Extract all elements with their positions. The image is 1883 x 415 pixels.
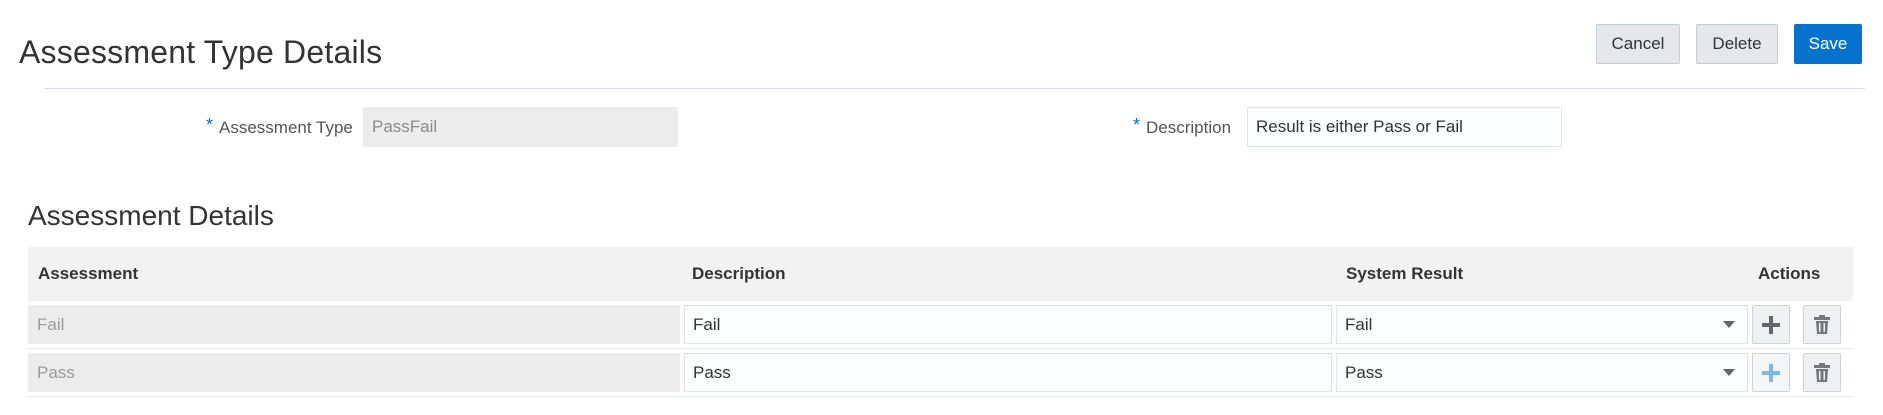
required-indicator: * — [1133, 115, 1141, 135]
assessment-details-table: Assessment Description System Result Act… — [28, 247, 1853, 397]
add-row-button[interactable] — [1752, 305, 1790, 344]
delete-row-button[interactable] — [1803, 353, 1841, 392]
system-result-select[interactable]: Fail — [1336, 305, 1748, 344]
system-result-value: Pass — [1345, 363, 1383, 382]
column-header-actions: Actions — [1758, 264, 1821, 283]
description-label-text: Description — [1146, 118, 1232, 137]
column-header-description: Description — [692, 264, 786, 283]
trash-icon — [1814, 314, 1830, 334]
cancel-button[interactable]: Cancel — [1596, 24, 1680, 64]
assessment-type-field[interactable] — [363, 107, 678, 147]
system-result-select[interactable]: Pass — [1336, 353, 1748, 392]
add-row-button[interactable] — [1752, 353, 1790, 392]
table-row: Pass Pass Pass — [28, 349, 1853, 397]
description-cell[interactable]: Fail — [684, 305, 1332, 344]
table-header: Assessment Description System Result Act… — [28, 247, 1853, 301]
description-field[interactable] — [1247, 107, 1562, 147]
plus-icon — [1762, 363, 1780, 382]
description-cell[interactable]: Pass — [684, 353, 1332, 392]
assessment-cell[interactable]: Fail — [28, 305, 680, 344]
assessment-type-label: * Assessment Type — [206, 115, 353, 138]
system-result-value: Fail — [1345, 315, 1373, 334]
assessment-cell[interactable]: Pass — [28, 353, 680, 392]
delete-button[interactable]: Delete — [1696, 24, 1778, 64]
title-divider — [45, 88, 1865, 89]
delete-row-button[interactable] — [1803, 305, 1841, 344]
column-header-system-result: System Result — [1346, 264, 1464, 283]
description-label: * Description — [1133, 115, 1232, 138]
plus-icon — [1762, 315, 1780, 334]
table-row: Fail Fail Fail — [28, 301, 1853, 349]
header-actions: Cancel Delete Save — [1596, 24, 1862, 64]
chevron-down-icon — [1723, 321, 1735, 328]
save-button[interactable]: Save — [1794, 24, 1862, 64]
column-header-assessment: Assessment — [38, 264, 139, 283]
assessment-type-label-text: Assessment Type — [219, 118, 353, 137]
section-title-assessment-details: Assessment Details — [28, 200, 274, 231]
trash-icon — [1814, 362, 1830, 382]
required-indicator: * — [206, 115, 214, 135]
chevron-down-icon — [1723, 369, 1735, 376]
page-title: Assessment Type Details — [19, 34, 383, 70]
